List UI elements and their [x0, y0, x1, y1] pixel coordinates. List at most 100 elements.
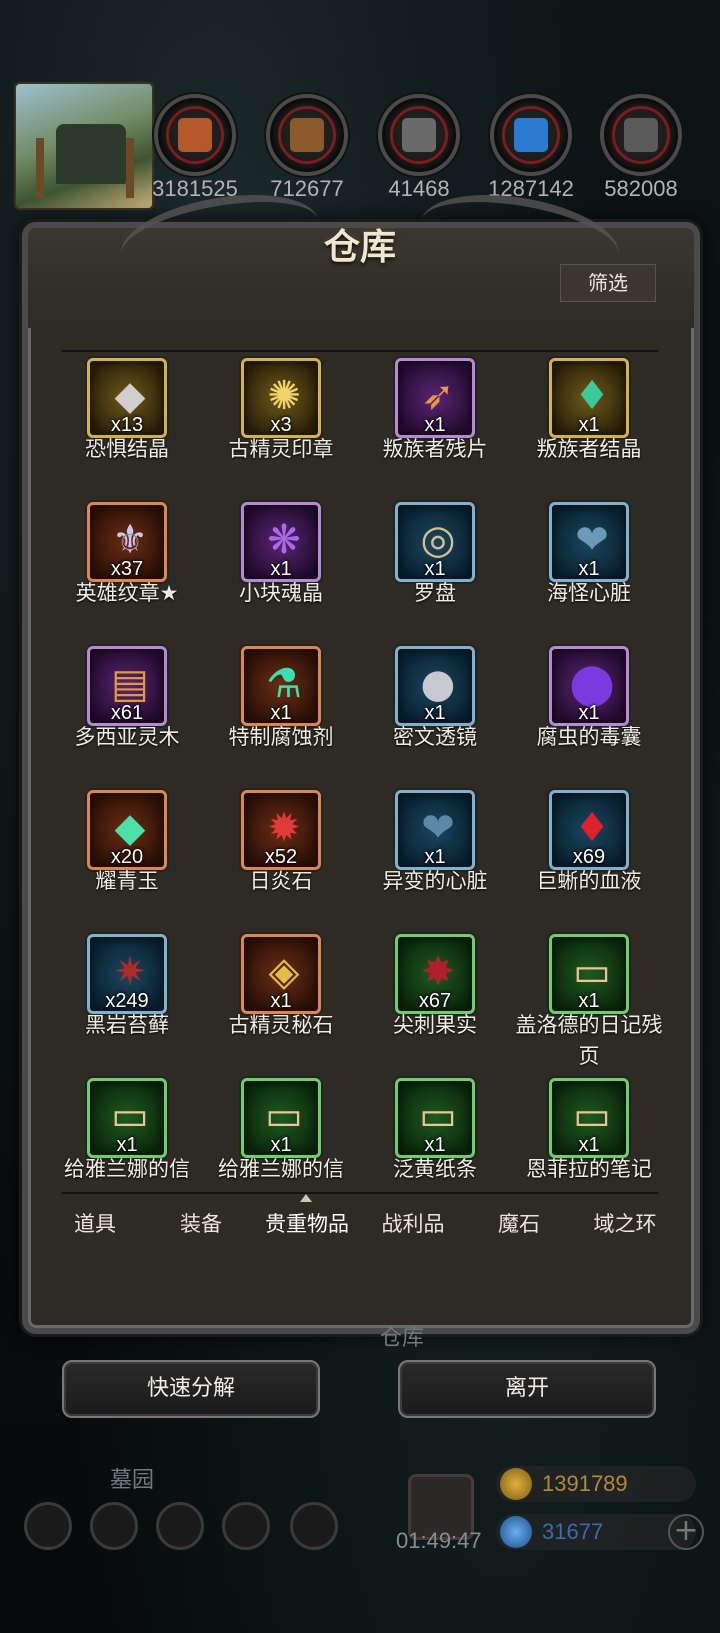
item-name: 密文透镜: [393, 725, 477, 749]
gold-value: 1391789: [542, 1471, 628, 1496]
inventory-item[interactable]: ◎ x1 罗盘: [358, 502, 512, 634]
divider: [62, 1192, 658, 1194]
inventory-item[interactable]: ✸ x67 尖刺果实: [358, 934, 512, 1066]
stone-resource[interactable]: [378, 94, 460, 176]
inventory-item[interactable]: ⚜ x37 英雄纹章★: [50, 502, 204, 634]
inventory-item[interactable]: ❤ x1 异变的心脏: [358, 790, 512, 922]
item-slot[interactable]: ✹ x52: [241, 790, 321, 870]
player-avatar[interactable]: [14, 82, 154, 210]
resource-value: 582008: [604, 176, 678, 201]
inventory-item[interactable]: ❤ x1 海怪心脏: [512, 502, 666, 634]
filter-button[interactable]: 筛选: [560, 264, 656, 302]
tab-2[interactable]: 贵重物品: [254, 1196, 360, 1252]
inventory-item[interactable]: ⚗ x1 特制腐蚀剂: [204, 646, 358, 778]
quick-decompose-button[interactable]: 快速分解: [62, 1360, 320, 1418]
inventory-item[interactable]: ➶ x1 叛族者残片: [358, 358, 512, 490]
item-slot[interactable]: ⬤ x1: [549, 646, 629, 726]
item-name: 英雄纹章★: [75, 581, 179, 605]
item-slot[interactable]: ● x1: [395, 646, 475, 726]
palm-tree-icon: [36, 138, 44, 198]
item-slot[interactable]: ▭ x1: [549, 1078, 629, 1158]
scene-building-label: 仓库: [380, 1326, 425, 1351]
item-slot[interactable]: ♦ x1: [549, 358, 629, 438]
inventory-item[interactable]: ▭ x1 泛黄纸条: [358, 1078, 512, 1210]
gem-value: 31677: [542, 1519, 604, 1544]
item-slot[interactable]: ❋ x1: [241, 502, 321, 582]
item-name: 尖刺果实: [393, 1013, 477, 1037]
inventory-item[interactable]: ▭ x1 给雅兰娜的信: [204, 1078, 358, 1210]
item-slot[interactable]: ♦ x69: [549, 790, 629, 870]
panel-title: 仓库: [323, 226, 396, 268]
item-name: 恐惧结晶: [85, 437, 169, 461]
crystal-resource[interactable]: [490, 94, 572, 176]
item-slot[interactable]: ◈ x1: [241, 934, 321, 1014]
add-currency-button[interactable]: +: [668, 1514, 704, 1550]
item-slot[interactable]: ◆ x20: [87, 790, 167, 870]
item-slot[interactable]: ◆ x13: [87, 358, 167, 438]
wood-resource[interactable]: [266, 94, 348, 176]
inventory-item[interactable]: ♦ x1 叛族者结晶: [512, 358, 666, 490]
inventory-item[interactable]: ◆ x13 恐惧结晶: [50, 358, 204, 490]
inventory-item[interactable]: ▤ x61 多西亚灵木: [50, 646, 204, 778]
inventory-item[interactable]: ✺ x3 古精灵印章: [204, 358, 358, 490]
crystal-icon: [514, 118, 548, 152]
item-name: 小块魂晶: [239, 581, 323, 605]
item-name: 给雅兰娜的信: [218, 1157, 344, 1181]
item-name: 古精灵秘石: [228, 1013, 334, 1037]
map-icon[interactable]: [290, 1502, 338, 1550]
guild-icon[interactable]: [90, 1502, 138, 1550]
iron-icon: [624, 118, 658, 152]
gold-counter: 1391789: [496, 1466, 696, 1502]
inventory-item[interactable]: ♦ x69 巨蜥的血液: [512, 790, 666, 922]
palm-tree-icon: [126, 138, 134, 198]
inventory-item[interactable]: ✹ x52 日炎石: [204, 790, 358, 922]
tab-3[interactable]: 战利品: [360, 1196, 466, 1252]
inventory-item[interactable]: ⬤ x1 腐虫的毒囊: [512, 646, 666, 778]
inventory-item[interactable]: ❋ x1 小块魂晶: [204, 502, 358, 634]
item-name: 恩菲拉的笔记: [526, 1157, 652, 1181]
item-slot[interactable]: ➶ x1: [395, 358, 475, 438]
item-slot[interactable]: ▭ x1: [87, 1078, 167, 1158]
item-name: 耀青玉: [95, 869, 159, 893]
item-slot[interactable]: ✸ x67: [395, 934, 475, 1014]
inventory-item[interactable]: ✷ x249 黑岩苔藓: [50, 934, 204, 1066]
inventory-item[interactable]: ◆ x20 耀青玉: [50, 790, 204, 922]
item-name: 多西亚灵木: [74, 725, 180, 749]
meat-icon: [178, 118, 212, 152]
inventory-item[interactable]: ● x1 密文透镜: [358, 646, 512, 778]
item-slot[interactable]: ⚗ x1: [241, 646, 321, 726]
inventory-item[interactable]: ◈ x1 古精灵秘石: [204, 934, 358, 1066]
item-name: 巨蜥的血液: [536, 869, 642, 893]
inventory-item[interactable]: ▭ x1 盖洛德的日记残页: [512, 934, 666, 1068]
item-slot[interactable]: ▭ x1: [549, 934, 629, 1014]
shop-icon[interactable]: [156, 1502, 204, 1550]
inventory-item[interactable]: ▭ x1 给雅兰娜的信: [50, 1078, 204, 1210]
title-plate: 仓库: [280, 218, 440, 276]
item-slot[interactable]: ◎ x1: [395, 502, 475, 582]
tab-1[interactable]: 装备: [148, 1196, 254, 1252]
mail-icon[interactable]: [222, 1502, 270, 1550]
item-slot[interactable]: ❤ x1: [549, 502, 629, 582]
hut-icon: [56, 124, 126, 184]
meat-resource[interactable]: [154, 94, 236, 176]
item-slot[interactable]: ▤ x61: [87, 646, 167, 726]
tab-5[interactable]: 域之环: [572, 1196, 678, 1252]
item-slot[interactable]: ✺ x3: [241, 358, 321, 438]
settings-icon[interactable]: [24, 1502, 72, 1550]
gem-counter: 31677: [496, 1514, 696, 1550]
tab-0[interactable]: 道具: [42, 1196, 148, 1252]
item-slot[interactable]: ▭ x1: [241, 1078, 321, 1158]
item-slot[interactable]: ❤ x1: [395, 790, 475, 870]
inventory-item[interactable]: ▭ x1 恩菲拉的笔记: [512, 1078, 666, 1210]
item-name: 海怪心脏: [547, 581, 631, 605]
tab-4[interactable]: 魔石: [466, 1196, 572, 1252]
item-slot[interactable]: ▭ x1: [395, 1078, 475, 1158]
item-slot[interactable]: ✷ x249: [87, 934, 167, 1014]
item-slot[interactable]: ⚜ x37: [87, 502, 167, 582]
iron-resource[interactable]: [600, 94, 682, 176]
item-name: 异变的心脏: [382, 869, 488, 893]
item-name: 黑岩苔藓: [85, 1013, 169, 1037]
leave-button[interactable]: 离开: [398, 1360, 656, 1418]
item-name: 叛族者结晶: [536, 437, 642, 461]
stone-icon: [402, 118, 436, 152]
